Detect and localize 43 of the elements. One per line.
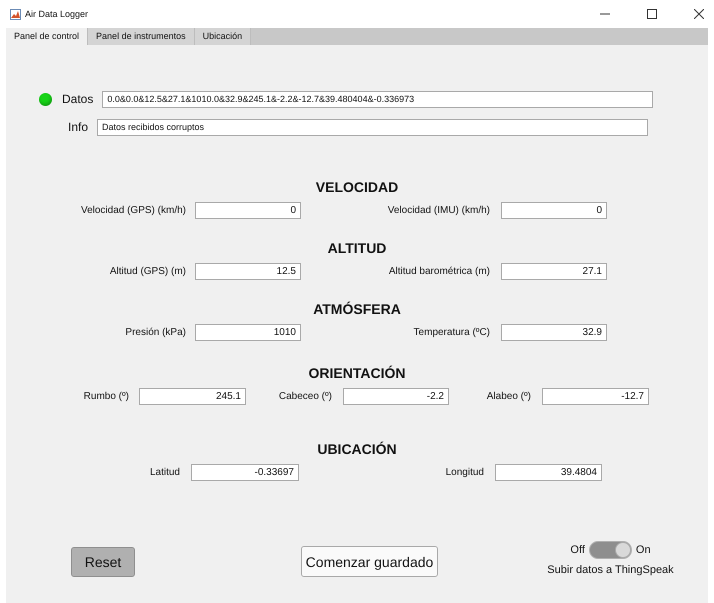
window-title: Air Data Logger bbox=[25, 9, 88, 19]
on-label: On bbox=[636, 544, 651, 556]
value-field[interactable]: 0 bbox=[501, 202, 607, 219]
value-field[interactable]: 27.1 bbox=[501, 263, 607, 280]
field-label: Presión (kPa) bbox=[124, 327, 186, 338]
value-field[interactable]: 1010 bbox=[195, 324, 301, 341]
start-button[interactable]: Comenzar guardado bbox=[301, 546, 438, 577]
field-label: Info bbox=[68, 120, 88, 134]
off-label: Off bbox=[570, 544, 585, 556]
value-field[interactable]: 245.1 bbox=[139, 388, 246, 405]
maximize-button[interactable] bbox=[647, 9, 657, 19]
value-field[interactable]: 0 bbox=[195, 202, 301, 219]
section-title: ORIENTACIÓN bbox=[308, 365, 406, 382]
field-label: Longitud bbox=[444, 467, 484, 478]
value-field[interactable]: -0.33697 bbox=[191, 464, 299, 481]
tab[interactable]: Panel de instrumentos bbox=[88, 28, 195, 45]
field-label: Cabeceo (º) bbox=[278, 391, 332, 402]
section-title: UBICACIÓN bbox=[316, 441, 398, 458]
field-label: Rumbo (º) bbox=[82, 391, 129, 402]
field-label: Altitud barométrica (m) bbox=[388, 266, 490, 277]
tab[interactable]: Ubicación bbox=[194, 28, 252, 45]
field-label: Velocidad (IMU) (km/h) bbox=[386, 205, 490, 216]
app-icon bbox=[10, 8, 21, 20]
value-field[interactable]: -2.2 bbox=[343, 388, 449, 405]
section-title: VELOCIDAD bbox=[314, 179, 400, 196]
field-label: Alabeo (º) bbox=[486, 391, 531, 402]
field-label: Altitud (GPS) (m) bbox=[108, 266, 186, 277]
value-field[interactable]: 39.4804 bbox=[495, 464, 602, 481]
data-field[interactable]: 0.0&0.0&12.5&27.1&1010.0&32.9&245.1&-2.2&-12.7&39.480404&-0.336973 bbox=[102, 90, 654, 108]
close-button[interactable] bbox=[694, 9, 704, 19]
field-label: Latitud bbox=[148, 467, 180, 478]
field-label: Temperatura (ºC) bbox=[412, 327, 490, 338]
toggle-switch[interactable] bbox=[588, 541, 632, 559]
field-label: Datos bbox=[62, 92, 94, 106]
value-field[interactable]: 12.5 bbox=[195, 263, 301, 280]
section-title: ALTITUD bbox=[326, 240, 388, 257]
value-field[interactable]: 32.9 bbox=[501, 324, 607, 341]
reset-button[interactable]: Reset bbox=[71, 547, 135, 577]
info-field[interactable]: Datos recibidos corruptos bbox=[97, 118, 648, 136]
value-field[interactable]: -12.7 bbox=[542, 388, 649, 405]
switch-caption: Subir datos a ThingSpeak bbox=[547, 564, 674, 576]
field-label: Velocidad (GPS) (km/h) bbox=[80, 205, 186, 216]
section-title: ATMÓSFERA bbox=[312, 301, 402, 318]
